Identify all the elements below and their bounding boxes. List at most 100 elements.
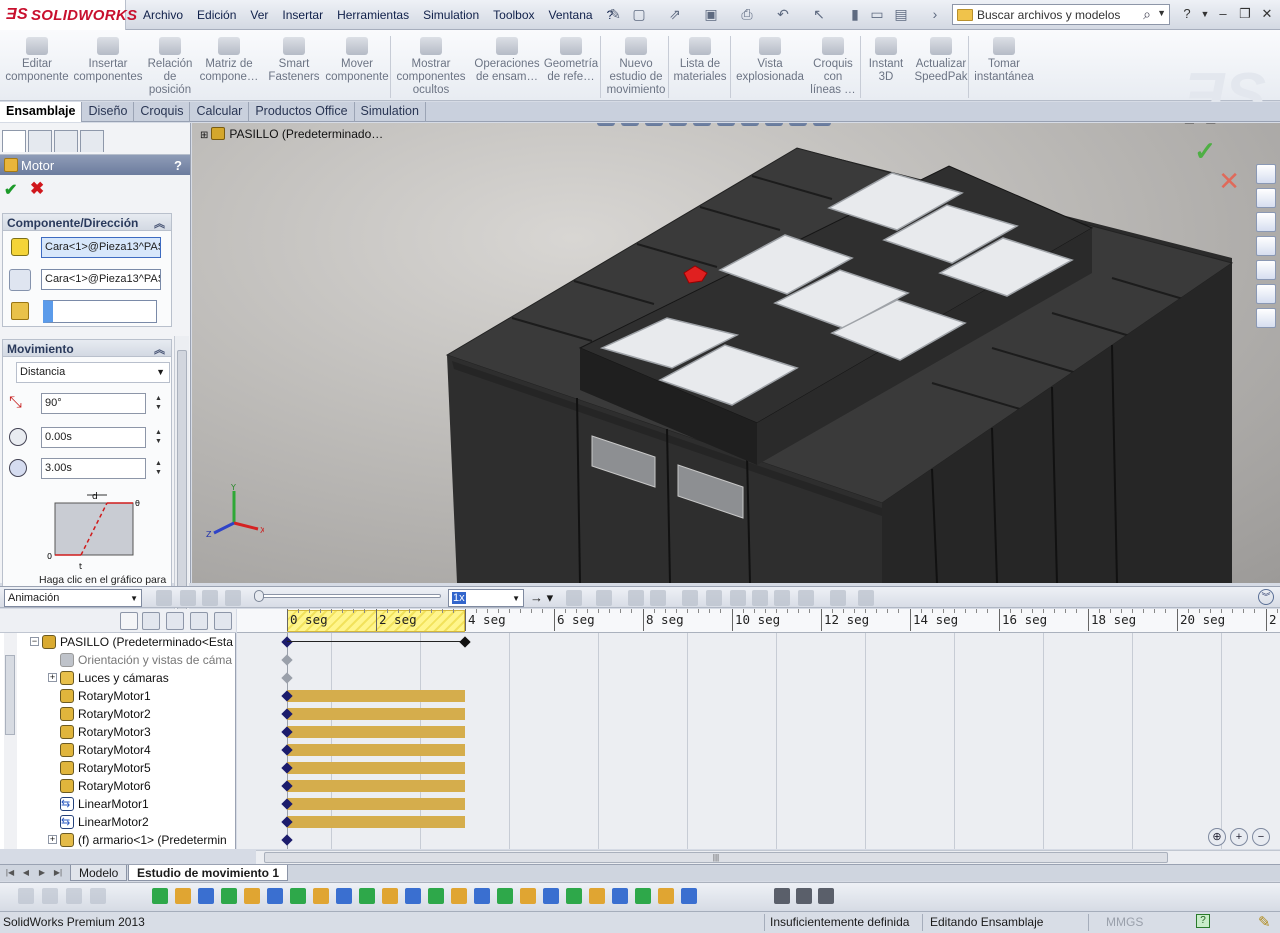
end-keypoint[interactable] <box>459 636 471 648</box>
screw-mate-icon[interactable] <box>589 888 605 904</box>
file-properties-icon[interactable]: ▭ <box>868 5 886 23</box>
motor-duration-bar[interactable] <box>287 816 465 828</box>
results-plots-icon[interactable] <box>830 590 846 606</box>
collapse-icon[interactable]: ︽ <box>154 341 165 357</box>
view-orientation-icon[interactable] <box>693 123 711 126</box>
filter-selected-icon[interactable] <box>190 612 208 630</box>
play-from-start-icon[interactable] <box>180 590 196 606</box>
ribbon-button[interactable]: Lista de materiales <box>672 33 728 84</box>
select-icon[interactable]: ↖ <box>810 5 828 23</box>
design-library-icon[interactable] <box>1256 212 1276 232</box>
hide-show-items-icon[interactable] <box>741 123 759 126</box>
rack-pinion-icon[interactable] <box>566 888 582 904</box>
help-icon[interactable]: ? <box>1178 6 1196 22</box>
search-box[interactable]: Buscar archivos y modelos ⌕ ▼ <box>952 4 1170 25</box>
playback-mode-icon[interactable]: → ▾ <box>530 590 553 606</box>
tab-simulation[interactable]: Simulation <box>355 102 426 122</box>
keypoint[interactable] <box>281 636 293 648</box>
solidworks-resources-icon[interactable] <box>1256 164 1276 184</box>
collapse-icon[interactable]: ︽ <box>154 215 165 231</box>
appearances-icon[interactable] <box>1256 284 1276 304</box>
tab-calcular[interactable]: Calcular <box>190 102 250 122</box>
linear-coupler-icon[interactable] <box>474 888 490 904</box>
ribbon-button[interactable]: Operaciones de ensam… <box>470 33 544 84</box>
expand-icon[interactable]: ⊞ <box>200 130 208 141</box>
rebuild-icon[interactable]: ▮ <box>846 5 864 23</box>
open-icon[interactable]: ⇗ <box>666 5 684 23</box>
coincident-mate-icon[interactable] <box>198 888 214 904</box>
force-icon[interactable] <box>752 590 768 606</box>
component-to-move-field[interactable] <box>43 300 157 323</box>
close-icon[interactable]: ✕ <box>1258 6 1276 22</box>
assembly-model[interactable] <box>192 123 1280 583</box>
quick-tips-icon[interactable]: ? <box>1196 914 1210 928</box>
path-mate-icon[interactable] <box>451 888 467 904</box>
tree-row[interactable]: ⇆ LinearMotor2 <box>0 813 236 831</box>
filter-all-icon[interactable] <box>120 612 138 630</box>
start-time-field[interactable]: 0.00s <box>41 427 146 448</box>
keypoint[interactable] <box>281 654 293 666</box>
cancel-button[interactable]: ✖ <box>30 179 44 199</box>
tangent-mate-icon[interactable] <box>359 888 375 904</box>
chevron-down-icon[interactable]: ▼ <box>156 367 165 377</box>
camera-icon[interactable] <box>774 888 790 904</box>
close-icon[interactable]: ✕ <box>1264 123 1274 125</box>
menu-item[interactable]: Edición <box>190 6 243 24</box>
menu-item[interactable]: Ventana <box>542 6 600 24</box>
ribbon-button[interactable]: Mostrar componentes ocultos <box>394 33 468 97</box>
filter-results-icon[interactable] <box>214 612 232 630</box>
previous-view-icon[interactable] <box>645 123 663 126</box>
view-palette-icon[interactable] <box>1256 260 1276 280</box>
duration-field[interactable]: 3.00s <box>41 458 146 479</box>
direction-reference-icon[interactable] <box>9 269 31 291</box>
viewport-tree[interactable]: ⊞ PASILLO (Predeterminado… <box>200 127 383 141</box>
units-status[interactable]: MMGS <box>1106 915 1143 929</box>
collapse-icon[interactable]: − <box>30 637 39 646</box>
tab-motion-study[interactable]: Estudio de movimiento 1 <box>128 865 289 881</box>
motor-duration-bar[interactable] <box>287 690 465 702</box>
lock-mate-icon[interactable] <box>382 888 398 904</box>
ribbon-button[interactable]: Vista explosionada <box>734 33 806 84</box>
menu-item[interactable]: Toolbox <box>486 6 541 24</box>
hinge-mate-icon[interactable] <box>520 888 536 904</box>
ok-button[interactable]: ✔ <box>4 180 17 200</box>
tree-row[interactable]: RotaryMotor1 <box>0 687 236 705</box>
timeline-area[interactable]: 0 seg 2 seg 4 seg 6 seg 8 seg 10 seg 12 seg 14 … <box>237 609 1280 849</box>
concentric-mate-icon[interactable] <box>175 888 191 904</box>
move-icon[interactable] <box>244 888 260 904</box>
menu-item[interactable]: Archivo <box>136 6 190 24</box>
minimize-icon[interactable]: – <box>1214 6 1232 22</box>
zoom-to-fit-icon[interactable] <box>597 123 615 126</box>
solidworks-logo[interactable]: ƎS SOLIDWORKS <box>0 0 137 30</box>
prev-tab-icon[interactable]: ◀ <box>20 867 32 879</box>
menu-item[interactable]: Herramientas <box>330 6 416 24</box>
spring-icon[interactable] <box>706 590 722 606</box>
motor-duration-bar[interactable] <box>287 726 465 738</box>
limit-mate-icon[interactable] <box>658 888 674 904</box>
tree-row[interactable]: RotaryMotor5 <box>0 759 236 777</box>
tree-row[interactable]: RotaryMotor6 <box>0 777 236 795</box>
component-direction-field[interactable]: Cara<1>@Pieza13^PASILLO <box>41 237 161 258</box>
motor-tool-icon[interactable] <box>682 590 698 606</box>
gear-mate-icon[interactable] <box>543 888 559 904</box>
universal-joint-icon[interactable] <box>612 888 628 904</box>
playback-speed-select[interactable]: 1x ▼ <box>448 589 524 607</box>
display-style-icon[interactable] <box>717 123 735 126</box>
apply-scene-icon[interactable] <box>789 123 807 126</box>
autokey-icon[interactable] <box>628 590 644 606</box>
motor-duration-bar[interactable] <box>287 762 465 774</box>
edit-appearance-icon[interactable] <box>765 123 783 126</box>
confirm-ok-icon[interactable]: ✓ <box>1194 136 1216 167</box>
calculate-icon[interactable] <box>156 590 172 606</box>
view-settings-icon[interactable] <box>813 123 831 126</box>
next-tab-icon[interactable]: ▶ <box>36 867 48 879</box>
ribbon-button[interactable]: Geometría de refe… <box>542 33 600 84</box>
menu-item[interactable]: Ver <box>243 6 275 24</box>
displacement-field[interactable]: 90° <box>41 393 146 414</box>
motor-duration-bar[interactable] <box>287 798 465 810</box>
tab-productos-office[interactable]: Productos Office <box>249 102 355 122</box>
expand-icon[interactable]: + <box>48 835 57 844</box>
motion-study-properties-icon[interactable] <box>858 590 874 606</box>
chevron-down-icon[interactable]: ▼ <box>512 594 520 603</box>
keypoint[interactable] <box>281 834 293 846</box>
